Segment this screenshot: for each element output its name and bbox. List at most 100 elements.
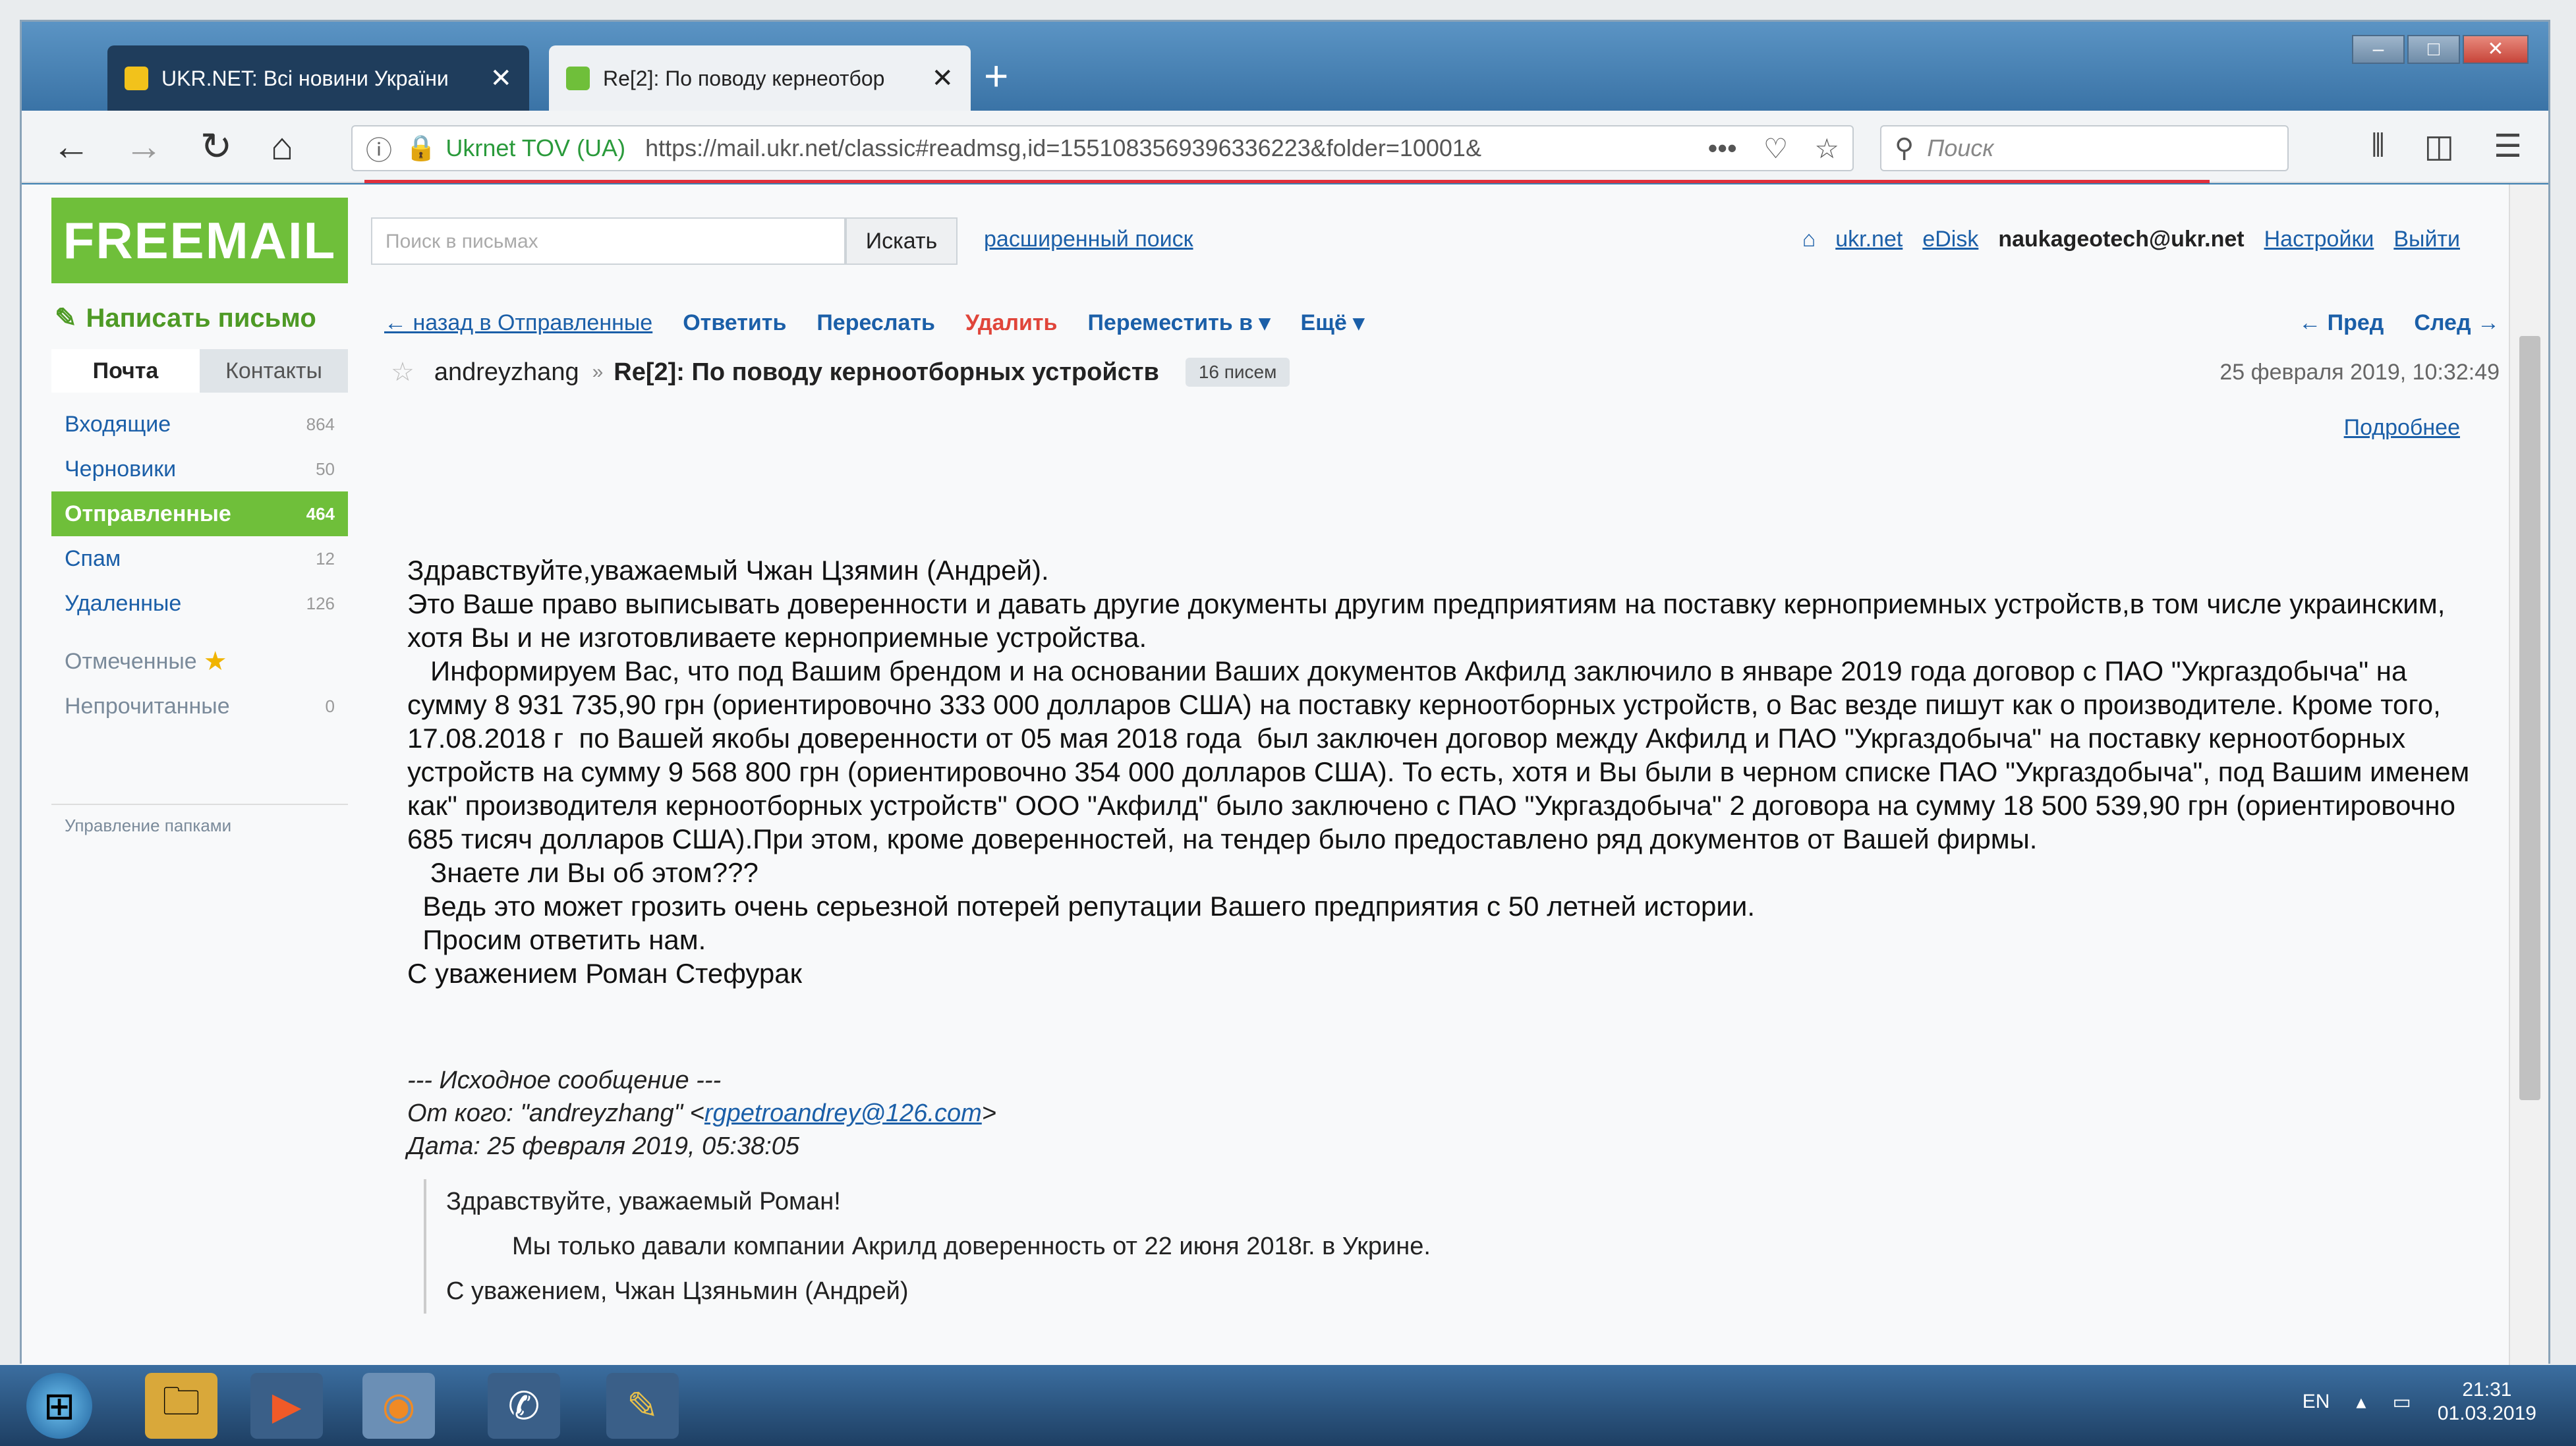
page-scrollbar[interactable] — [2509, 184, 2548, 1366]
folder-label: Входящие — [65, 411, 171, 437]
home-icon[interactable]: ⌂ — [259, 124, 305, 170]
delete-button[interactable]: Удалить — [965, 310, 1058, 336]
thread-count-badge[interactable]: 16 писем — [1185, 358, 1290, 387]
message-toolbar: ← назад в Отправленные Ответить Переслат… — [384, 303, 2500, 343]
account-links: ⌂ ukr.net eDisk naukageotech@ukr.net Нас… — [1802, 227, 2460, 252]
ukrnet-favicon-icon — [125, 67, 148, 90]
settings-link[interactable]: Настройки — [2264, 227, 2374, 252]
orig-date: Дата: 25 февраля 2019, 05:38:05 — [407, 1132, 800, 1160]
orig-from-label: От кого: "andreyzhang" < — [407, 1099, 704, 1127]
network-icon[interactable]: ▭ — [2392, 1391, 2411, 1414]
manage-folders-link[interactable]: Управление папками — [51, 804, 348, 847]
browser-search-input[interactable]: ⚲ Поиск — [1880, 125, 2289, 171]
mail-search-input[interactable]: Поиск в письмах — [371, 217, 845, 265]
orig-email-link[interactable]: rgpetroandrey@126.com — [704, 1099, 982, 1127]
home-small-icon: ⌂ — [1802, 227, 1816, 252]
close-tab-icon[interactable]: ✕ — [931, 63, 954, 94]
mail-search-button[interactable]: Искать — [845, 217, 958, 265]
bookmark-star-icon[interactable]: ☆ — [1814, 132, 1839, 165]
search-icon: ⚲ — [1895, 134, 1914, 163]
folder-count: 126 — [306, 593, 335, 613]
close-window-icon[interactable]: ✕ — [2463, 35, 2529, 64]
flag-star-icon[interactable]: ☆ — [391, 357, 415, 387]
back-icon[interactable]: ← — [48, 124, 94, 170]
folder-label: Спам — [65, 545, 121, 571]
tab-title: Re[2]: По поводу кернеотбор — [603, 66, 885, 90]
orig-from-end: > — [981, 1099, 996, 1127]
message-header: ☆ andreyzhang » Re[2]: По поводу керноот… — [391, 352, 2500, 392]
mail-page: FREEMAIL Поиск в письмах Искать расширен… — [22, 184, 2513, 1366]
ukrnet-link[interactable]: ukr.net — [1835, 227, 1903, 252]
info-icon[interactable]: ⓘ — [366, 129, 392, 167]
library-icon[interactable]: ⫴ — [2371, 128, 2384, 165]
folder-label: Непрочитанные — [65, 693, 230, 719]
maximize-icon[interactable]: □ — [2407, 35, 2460, 64]
logout-link[interactable]: Выйти — [2393, 227, 2460, 252]
folder-drafts[interactable]: Черновики 50 — [51, 447, 348, 491]
firefox-icon[interactable]: ◉ — [362, 1373, 435, 1439]
message-body: Здравствуйте,уважаемый Чжан Цзямин (Андр… — [407, 555, 2470, 989]
compose-button[interactable]: ✎ Написать письмо — [55, 303, 326, 333]
freemail-logo[interactable]: FREEMAIL — [51, 198, 348, 283]
minimize-icon[interactable]: – — [2352, 35, 2405, 64]
viber-icon[interactable]: ✆ — [488, 1373, 560, 1439]
folder-count: 50 — [316, 459, 335, 479]
taskbar: ⊞ 🗀 ▶ ◉ ✆ ✎ EN ▴ ▭ 21:31 01.03.2019 — [0, 1365, 2576, 1446]
tab-mail-message[interactable]: Re[2]: По поводу кернеотбор ✕ — [549, 45, 971, 111]
folder-sent[interactable]: Отправленные 464 — [51, 491, 348, 536]
window-controls: – □ ✕ — [2352, 35, 2529, 64]
more-dropdown[interactable]: Ещё ▾ — [1301, 310, 1365, 336]
system-tray: EN ▴ ▭ 21:31 01.03.2019 — [2303, 1378, 2536, 1426]
folder-unread[interactable]: Непрочитанные 0 — [51, 684, 348, 729]
address-bar[interactable]: ⓘ 🔒 Ukrnet TOV (UA) https://mail.ukr.net… — [351, 125, 1854, 171]
prev-message-button[interactable]: ← Пред — [2299, 310, 2384, 336]
close-tab-icon[interactable]: ✕ — [490, 63, 512, 94]
forward-icon[interactable]: → — [121, 124, 167, 170]
scroll-thumb[interactable] — [2519, 336, 2540, 1100]
explorer-icon[interactable]: 🗀 — [145, 1373, 217, 1439]
clock[interactable]: 21:31 01.03.2019 — [2438, 1378, 2536, 1426]
folder-list: Входящие 864 Черновики 50 Отправленные 464 … — [51, 402, 348, 729]
loading-bar — [364, 180, 2210, 183]
details-link[interactable]: Подробнее — [2344, 415, 2460, 441]
folder-deleted[interactable]: Удаленные 126 — [51, 581, 348, 626]
url-text[interactable]: https://mail.ukr.net/classic#readmsg,id=… — [645, 134, 1695, 162]
move-to-dropdown[interactable]: Переместить в ▾ — [1087, 310, 1270, 336]
paint-icon[interactable]: ✎ — [606, 1373, 679, 1439]
folder-count: 0 — [325, 696, 335, 716]
menu-icon[interactable]: ☰ — [2494, 128, 2522, 165]
folder-inbox[interactable]: Входящие 864 — [51, 402, 348, 447]
tab-ukrnet-news[interactable]: UKR.NET: Всі новини України ✕ — [107, 45, 529, 111]
clock-date: 01.03.2019 — [2437, 1403, 2536, 1424]
sidebar-icon[interactable]: ◫ — [2424, 128, 2454, 165]
new-tab-icon[interactable]: + — [984, 55, 1008, 97]
folder-starred[interactable]: Отмеченные ★ — [51, 639, 348, 684]
title-bar: UKR.NET: Всі новини України ✕ Re[2]: По … — [22, 22, 2548, 111]
reply-button[interactable]: Ответить — [683, 310, 786, 336]
language-indicator[interactable]: EN — [2303, 1391, 2330, 1413]
pocket-icon[interactable]: ♡ — [1763, 132, 1789, 165]
arrow-icon: » — [592, 361, 604, 383]
certificate-owner: Ukrnet TOV (UA) — [445, 134, 626, 161]
advanced-search-link[interactable]: расширенный поиск — [984, 227, 1193, 252]
tab-mail[interactable]: Почта — [51, 349, 200, 393]
media-player-icon[interactable]: ▶ — [250, 1373, 323, 1439]
next-message-button[interactable]: След → — [2414, 310, 2500, 336]
quote-greeting: Здравствуйте, уважаемый Роман! — [446, 1188, 841, 1215]
tab-title: UKR.NET: Всі новини України — [161, 66, 449, 90]
pen-icon: ✎ — [55, 304, 77, 333]
folder-count: 464 — [306, 503, 335, 524]
tab-contacts[interactable]: Контакты — [200, 349, 348, 393]
edisk-link[interactable]: eDisk — [1922, 227, 1978, 252]
back-to-sent-link[interactable]: ← назад в Отправленные — [384, 310, 652, 336]
search-placeholder: Поиск — [1927, 134, 1994, 161]
page-actions-icon[interactable]: ••• — [1708, 132, 1737, 165]
tray-expand-icon[interactable]: ▴ — [2356, 1391, 2366, 1414]
sender-name[interactable]: andreyzhang — [434, 358, 579, 387]
reload-icon[interactable]: ↻ — [193, 124, 239, 170]
quoted-message: Здравствуйте, уважаемый Роман! Мы только… — [424, 1179, 2269, 1314]
folder-label: Черновики — [65, 456, 177, 482]
folder-spam[interactable]: Спам 12 — [51, 536, 348, 581]
forward-button[interactable]: Переслать — [816, 310, 935, 336]
start-icon[interactable]: ⊞ — [26, 1373, 92, 1439]
